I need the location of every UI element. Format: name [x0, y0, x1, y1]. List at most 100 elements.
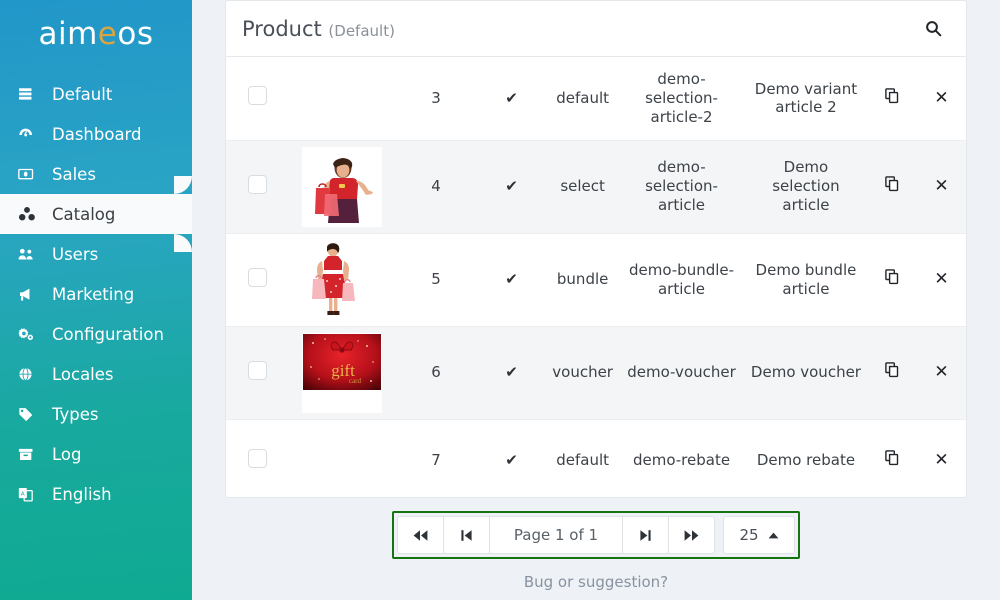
users-icon	[18, 247, 44, 262]
row-image-cell: gift card	[288, 326, 395, 419]
per-page-select[interactable]: 25	[723, 516, 795, 554]
bug-suggestion-link[interactable]: Bug or suggestion?	[225, 573, 967, 591]
row-id: 6	[394, 326, 478, 419]
row-select-cell	[226, 419, 288, 497]
product-thumbnail[interactable]: gift card	[301, 332, 382, 413]
pagination-highlight: Page 1 of 1 25	[392, 511, 800, 559]
row-label: Demo selection article	[743, 140, 869, 233]
close-icon[interactable]: ✕	[934, 178, 948, 195]
sidebar-item-sales[interactable]: Sales	[0, 154, 192, 194]
sidebar-item-catalog[interactable]: Catalog	[0, 194, 192, 234]
search-icon[interactable]	[916, 12, 950, 46]
caret-up-icon	[768, 532, 778, 538]
row-copy-cell	[868, 419, 917, 497]
row-delete-cell: ✕	[917, 326, 966, 419]
next-page-button[interactable]	[622, 516, 669, 554]
status-check-icon: ✔	[505, 451, 518, 470]
table-row[interactable]: 7 ✔ default demo-rebate Demo rebate ✕	[226, 419, 966, 497]
row-code: demo-rebate	[632, 451, 731, 470]
sidebar-item-log[interactable]: Log	[0, 434, 192, 474]
first-page-button[interactable]	[397, 516, 444, 554]
row-status-cell: ✔	[477, 419, 546, 497]
row-select-cell	[226, 140, 289, 233]
copy-icon[interactable]	[885, 176, 900, 192]
close-icon[interactable]: ✕	[934, 364, 948, 381]
row-id: 5	[431, 270, 441, 289]
table-row[interactable]: 5 ✔ bundle demo-bundle-article Demo bundle a…	[226, 233, 966, 326]
copy-icon[interactable]	[885, 88, 900, 104]
close-icon[interactable]: ✕	[934, 89, 948, 107]
dashboard-icon	[18, 127, 44, 142]
sidebar-item-label: Users	[52, 244, 99, 264]
row-delete-cell: ✕	[917, 233, 966, 326]
previous-page-button[interactable]	[443, 516, 490, 554]
row-status-cell: ✔	[477, 140, 546, 233]
row-code: demo-bundle-article	[628, 260, 735, 298]
sidebar-item-users[interactable]: Users	[0, 234, 192, 274]
page-title-subtitle: (Default)	[328, 21, 395, 40]
sidebar-item-default[interactable]: Default	[0, 74, 192, 114]
svg-text:card: card	[349, 377, 362, 385]
globe-icon	[18, 367, 44, 382]
row-id: 3	[431, 88, 441, 107]
table-row[interactable]: gift card 6 ✔ voucher demo-voucher Demo vouche…	[226, 326, 966, 419]
row-status-cell: ✔	[477, 57, 546, 140]
row-image-cell	[288, 57, 395, 140]
language-icon: A	[18, 487, 44, 502]
row-code: demo-voucher	[619, 326, 744, 419]
row-image-cell	[288, 140, 395, 233]
row-checkbox[interactable]	[247, 174, 267, 194]
row-select-cell	[226, 326, 289, 419]
row-type: default	[556, 88, 610, 107]
tag-icon	[18, 407, 44, 422]
main-content: Product (Default) 3 ✔ default demo-selectio…	[192, 0, 1000, 600]
last-page-button[interactable]	[668, 516, 715, 554]
copy-icon[interactable]	[885, 269, 900, 285]
row-image-cell	[288, 233, 395, 326]
sidebar-item-marketing[interactable]: Marketing	[0, 274, 192, 314]
pagination-buttons: Page 1 of 1	[397, 516, 715, 554]
table-row[interactable]: 4 ✔ select demo-selection-article Demo selec…	[226, 140, 966, 233]
close-icon[interactable]: ✕	[934, 452, 948, 469]
copy-icon[interactable]	[885, 362, 900, 378]
money-icon	[18, 167, 44, 182]
row-delete-cell: ✕	[917, 140, 966, 233]
app-logo[interactable]: aim e os	[0, 0, 192, 68]
row-copy-cell	[868, 233, 917, 326]
row-type: bundle	[556, 270, 609, 289]
product-thumbnail[interactable]	[301, 146, 382, 227]
close-icon[interactable]: ✕	[934, 271, 948, 288]
status-check-icon: ✔	[505, 88, 518, 107]
page-indicator: Page 1 of 1	[489, 516, 623, 554]
sidebar-item-label: Log	[52, 444, 82, 464]
sidebar-item-label: Marketing	[52, 284, 135, 304]
row-copy-cell	[868, 57, 917, 140]
archive-icon	[18, 447, 44, 462]
sidebar-item-locales[interactable]: Locales	[0, 354, 192, 394]
row-checkbox[interactable]	[247, 267, 267, 287]
row-checkbox[interactable]	[247, 448, 267, 468]
copy-icon[interactable]	[885, 450, 900, 466]
sidebar-item-label: Types	[52, 404, 99, 424]
row-checkbox[interactable]	[247, 86, 267, 106]
row-type: voucher	[545, 326, 620, 419]
row-checkbox[interactable]	[247, 360, 267, 380]
row-code: demo-selection-article	[619, 140, 744, 233]
row-type: default	[556, 451, 610, 470]
pagination-area: Page 1 of 1 25	[225, 511, 967, 559]
catalog-icon	[18, 206, 44, 222]
product-table: 3 ✔ default demo-selection-article-2 Demo va…	[226, 57, 966, 497]
sidebar-item-label: Configuration	[52, 324, 164, 344]
row-status-cell: ✔	[477, 233, 546, 326]
sidebar-item-types[interactable]: Types	[0, 394, 192, 434]
svg-text:A: A	[21, 491, 25, 497]
logo-text-after: os	[117, 16, 154, 52]
status-check-icon: ✔	[505, 363, 518, 382]
product-thumbnail[interactable]	[301, 239, 382, 320]
sidebar-item-english[interactable]: A English	[0, 474, 192, 514]
row-image-cell	[288, 419, 395, 497]
sidebar-item-configuration[interactable]: Configuration	[0, 314, 192, 354]
table-row[interactable]: 3 ✔ default demo-selection-article-2 Demo va…	[226, 57, 966, 140]
row-delete-cell: ✕	[917, 57, 966, 140]
sidebar-item-dashboard[interactable]: Dashboard	[0, 114, 192, 154]
